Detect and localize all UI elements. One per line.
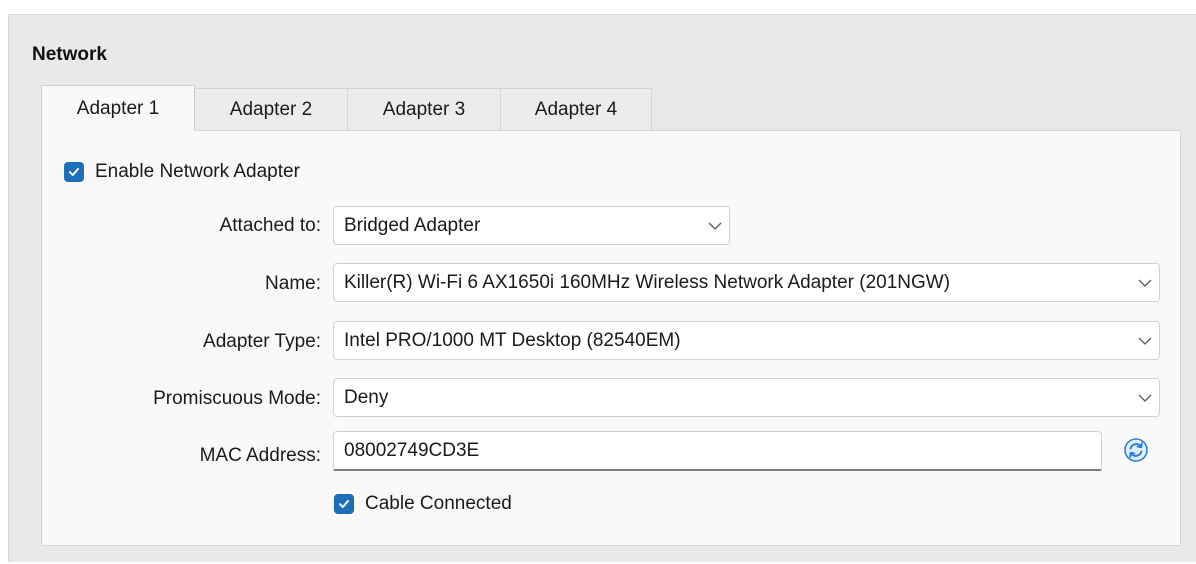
tab-adapter-3[interactable]: Adapter 3 [347,88,501,130]
mac-address-input[interactable]: 08002749CD3E [333,431,1102,471]
adapter-tabs: Adapter 1 Adapter 2 Adapter 3 Adapter 4 [41,85,652,131]
mac-address-label: MAC Address: [199,445,321,466]
attached-to-dropdown[interactable]: Bridged Adapter [333,206,730,245]
name-value: Killer(R) Wi-Fi 6 AX1650i 160MHz Wireles… [344,271,951,293]
chevron-down-icon [1131,394,1159,402]
checkmark-icon [334,494,354,514]
tab-adapter-4[interactable]: Adapter 4 [500,88,652,130]
cable-connected-checkbox[interactable]: Cable Connected [334,492,512,516]
enable-adapter-checkbox[interactable]: Enable Network Adapter [64,160,300,184]
chevron-down-icon [1131,279,1159,287]
cable-connected-label: Cable Connected [365,493,512,514]
adapter-type-label: Adapter Type: [203,331,321,352]
chevron-down-icon [701,222,729,230]
chevron-down-icon [1131,337,1159,345]
checkmark-icon [64,162,84,182]
promiscuous-mode-label: Promiscuous Mode: [153,388,321,409]
enable-adapter-label: Enable Network Adapter [95,161,300,182]
name-label: Name: [265,273,321,294]
adapter-type-dropdown[interactable]: Intel PRO/1000 MT Desktop (82540EM) [333,321,1160,360]
attached-to-label: Attached to: [219,215,321,236]
section-title: Network [32,44,107,65]
adapter-type-value: Intel PRO/1000 MT Desktop (82540EM) [344,329,681,351]
attached-to-value: Bridged Adapter [344,214,481,236]
tab-adapter-1[interactable]: Adapter 1 [41,85,195,131]
promiscuous-mode-dropdown[interactable]: Deny [333,378,1160,417]
refresh-mac-icon[interactable] [1122,436,1150,464]
tab-adapter-2[interactable]: Adapter 2 [194,88,348,130]
name-dropdown[interactable]: Killer(R) Wi-Fi 6 AX1650i 160MHz Wireles… [333,263,1160,302]
promiscuous-mode-value: Deny [344,386,389,408]
mac-address-value: 08002749CD3E [344,439,480,461]
